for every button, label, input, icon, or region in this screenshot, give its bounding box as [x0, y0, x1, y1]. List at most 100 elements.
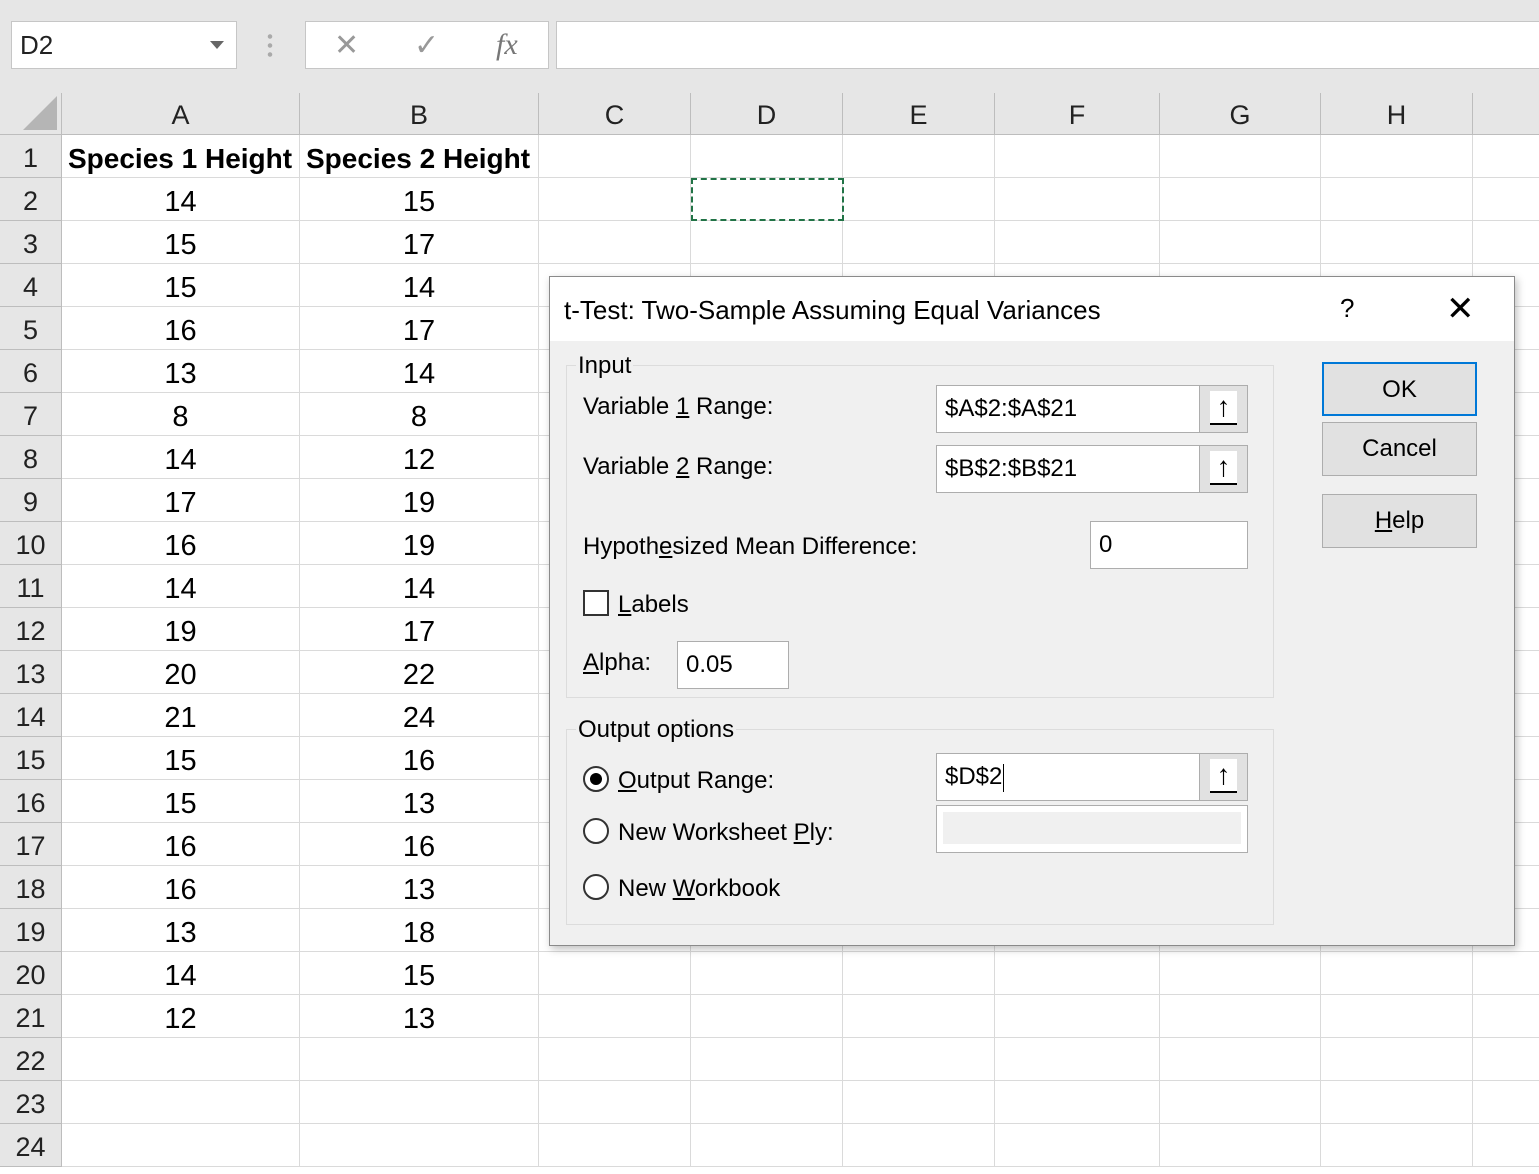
- row-header-2[interactable]: 2: [0, 178, 62, 221]
- hypothesized-mean-difference-input[interactable]: 0: [1090, 521, 1248, 569]
- cell[interactable]: 16: [62, 866, 300, 909]
- cell[interactable]: 20: [62, 651, 300, 694]
- cell[interactable]: 15: [62, 737, 300, 780]
- cell[interactable]: [300, 1038, 539, 1081]
- help-button[interactable]: Help: [1322, 494, 1477, 548]
- variable-1-range-input[interactable]: $A$2:$A$21↑: [936, 385, 1248, 433]
- cell[interactable]: [1321, 1038, 1473, 1081]
- cell[interactable]: [539, 135, 691, 178]
- cell[interactable]: [1321, 995, 1473, 1038]
- cell[interactable]: 13: [300, 995, 539, 1038]
- cell[interactable]: 12: [62, 995, 300, 1038]
- enter-icon[interactable]: ✓: [414, 28, 439, 63]
- cell[interactable]: [62, 1124, 300, 1167]
- cell[interactable]: 12: [300, 436, 539, 479]
- cell[interactable]: [1321, 221, 1473, 264]
- row-header-20[interactable]: 20: [0, 952, 62, 995]
- cell[interactable]: 13: [300, 780, 539, 823]
- cell[interactable]: 14: [62, 565, 300, 608]
- cell[interactable]: [1160, 1038, 1321, 1081]
- cell[interactable]: [691, 1038, 843, 1081]
- row-header-6[interactable]: 6: [0, 350, 62, 393]
- cell[interactable]: Species 1 Height: [62, 135, 300, 178]
- cell[interactable]: [1473, 178, 1539, 221]
- cell[interactable]: [1473, 1038, 1539, 1081]
- cell[interactable]: 15: [300, 952, 539, 995]
- row-header-15[interactable]: 15: [0, 737, 62, 780]
- cell[interactable]: [691, 1124, 843, 1167]
- collapse-dialog-button[interactable]: ↑: [1199, 446, 1247, 492]
- cell[interactable]: [1160, 1124, 1321, 1167]
- cell[interactable]: [995, 178, 1160, 221]
- cell[interactable]: [1321, 178, 1473, 221]
- cell[interactable]: [1473, 135, 1539, 178]
- cell[interactable]: [843, 995, 995, 1038]
- cell[interactable]: 15: [62, 780, 300, 823]
- column-header-D[interactable]: D: [691, 93, 843, 135]
- cell[interactable]: 14: [62, 178, 300, 221]
- row-header-3[interactable]: 3: [0, 221, 62, 264]
- cell[interactable]: [1160, 221, 1321, 264]
- row-header-19[interactable]: 19: [0, 909, 62, 952]
- cell[interactable]: [62, 1081, 300, 1124]
- cell[interactable]: 15: [62, 264, 300, 307]
- cell[interactable]: [843, 1081, 995, 1124]
- cell[interactable]: [995, 1038, 1160, 1081]
- cell[interactable]: [691, 1081, 843, 1124]
- column-header-H[interactable]: H: [1321, 93, 1473, 135]
- row-header-13[interactable]: 13: [0, 651, 62, 694]
- cell[interactable]: 21: [62, 694, 300, 737]
- new-workbook-radio[interactable]: [583, 874, 609, 900]
- column-header-G[interactable]: G: [1160, 93, 1321, 135]
- chevron-down-icon[interactable]: [210, 41, 224, 49]
- row-header-16[interactable]: 16: [0, 780, 62, 823]
- row-header-7[interactable]: 7: [0, 393, 62, 436]
- cell[interactable]: [1160, 135, 1321, 178]
- cell[interactable]: [995, 952, 1160, 995]
- close-icon[interactable]: ✕: [1446, 289, 1475, 329]
- cell[interactable]: [995, 1124, 1160, 1167]
- cell[interactable]: [539, 1038, 691, 1081]
- cell[interactable]: 16: [62, 522, 300, 565]
- row-header-23[interactable]: 23: [0, 1081, 62, 1124]
- collapse-dialog-button[interactable]: ↑: [1199, 386, 1247, 432]
- cell[interactable]: 14: [300, 565, 539, 608]
- cell[interactable]: [1473, 952, 1539, 995]
- row-header-4[interactable]: 4: [0, 264, 62, 307]
- row-header-21[interactable]: 21: [0, 995, 62, 1038]
- name-box[interactable]: D2: [11, 21, 237, 69]
- cell[interactable]: 16: [62, 307, 300, 350]
- cell[interactable]: 13: [62, 350, 300, 393]
- row-header-22[interactable]: 22: [0, 1038, 62, 1081]
- column-header-E[interactable]: E: [843, 93, 995, 135]
- new-worksheet-ply-radio[interactable]: [583, 818, 609, 844]
- cell[interactable]: [1160, 178, 1321, 221]
- row-header-10[interactable]: 10: [0, 522, 62, 565]
- cell[interactable]: [1473, 995, 1539, 1038]
- row-header-1[interactable]: 1: [0, 135, 62, 178]
- row-header-14[interactable]: 14: [0, 694, 62, 737]
- cell[interactable]: [691, 995, 843, 1038]
- cancel-icon[interactable]: ✕: [334, 28, 359, 63]
- cell[interactable]: 13: [62, 909, 300, 952]
- cell[interactable]: [843, 135, 995, 178]
- cell[interactable]: [539, 1124, 691, 1167]
- cell[interactable]: [843, 952, 995, 995]
- row-header-5[interactable]: 5: [0, 307, 62, 350]
- column-header-F[interactable]: F: [995, 93, 1160, 135]
- cell[interactable]: 14: [62, 436, 300, 479]
- cell[interactable]: [691, 135, 843, 178]
- cell[interactable]: 17: [300, 307, 539, 350]
- formula-input[interactable]: [556, 21, 1539, 69]
- select-all-button[interactable]: [0, 93, 62, 135]
- cell[interactable]: [995, 135, 1160, 178]
- cell[interactable]: 17: [62, 479, 300, 522]
- collapse-dialog-button[interactable]: ↑: [1199, 754, 1247, 800]
- cell[interactable]: [539, 952, 691, 995]
- cell[interactable]: 16: [300, 823, 539, 866]
- output-range-input[interactable]: $D$2↑: [936, 753, 1248, 801]
- variable-2-range-input[interactable]: $B$2:$B$21↑: [936, 445, 1248, 493]
- cell[interactable]: 17: [300, 608, 539, 651]
- cell[interactable]: [843, 1038, 995, 1081]
- cell[interactable]: [1321, 135, 1473, 178]
